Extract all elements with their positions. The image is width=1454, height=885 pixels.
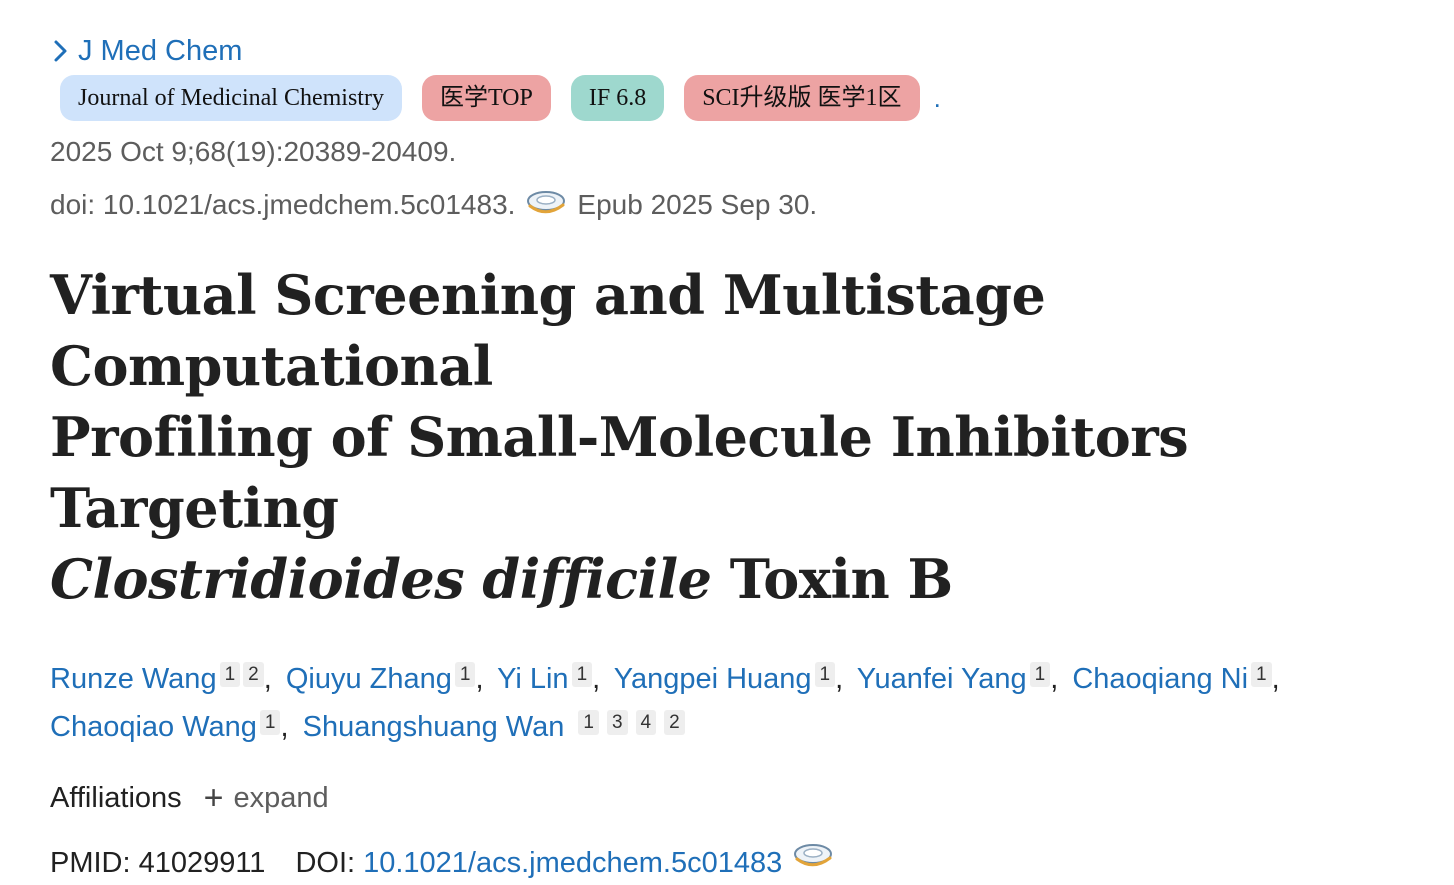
affiliation-ref[interactable]: 1	[259, 710, 281, 735]
affiliation-ref[interactable]: 2	[243, 662, 264, 687]
sci-rank-badge: SCI升级版 医学1区	[684, 75, 920, 121]
affiliation-ref[interactable]: 1	[219, 662, 241, 687]
plus-icon: +	[203, 779, 224, 817]
citation-date-volume: 2025 Oct 9;68(19):20389-20409.	[50, 136, 457, 167]
author-list: Runze Wang 1 2, Qiuyu Zhang 1, Yi Lin 1, Yan…	[50, 662, 1280, 743]
author-link[interactable]: Yi Lin	[497, 663, 568, 695]
affiliations-row: Affiliations + expand	[50, 781, 1430, 815]
doi-link[interactable]: 10.1021/acs.jmedchem.5c01483	[363, 848, 782, 878]
title-line-2: Profiling of Small-Molecule Inhibitors T…	[50, 405, 1189, 540]
affiliation-ref[interactable]: 1	[1251, 662, 1272, 687]
journal-fullname-badge: Journal of Medicinal Chemistry	[60, 75, 402, 121]
title-line-1: Virtual Screening and Multistage Computa…	[50, 263, 1046, 398]
impact-factor-badge: IF 6.8	[570, 75, 665, 121]
journal-link[interactable]: J Med Chem	[78, 36, 242, 66]
affiliation-ref[interactable]: 3	[606, 710, 628, 735]
expand-label: expand	[233, 781, 329, 814]
author-link[interactable]: Yangpei Huang	[614, 663, 812, 695]
affiliation-ref[interactable]: 1	[578, 710, 599, 735]
affiliation-ref[interactable]: 4	[635, 710, 657, 735]
affiliation-ref[interactable]: 2	[664, 710, 685, 735]
affiliation-ref[interactable]: 1	[571, 662, 593, 687]
author-link[interactable]: Shuangshuang Wan	[303, 711, 565, 743]
citation-epub: Epub 2025 Sep 30.	[577, 189, 818, 220]
author-link[interactable]: Yuanfei Yang	[857, 663, 1027, 695]
badge-trailing-dot: .	[933, 82, 941, 113]
reference-lookup-icon[interactable]	[792, 841, 834, 871]
author-link[interactable]: Chaoqiao Wang	[50, 711, 257, 743]
chevron-right-icon[interactable]	[50, 39, 72, 63]
title-tail: Toxin B	[729, 547, 953, 611]
doi-label: DOI:	[295, 846, 356, 879]
affiliation-ref[interactable]: 1	[454, 662, 476, 687]
article-title: Virtual Screening and Multistage Computa…	[50, 260, 1430, 615]
pmid-value: 41029911	[138, 846, 266, 879]
author-link[interactable]: Runze Wang	[50, 663, 217, 695]
article-header: J Med Chem Journal of Medicinal Chemistr…	[50, 28, 1430, 885]
reference-lookup-icon[interactable]	[525, 188, 567, 218]
affiliation-ref[interactable]: 1	[814, 662, 836, 687]
journal-row: J Med Chem	[50, 28, 1430, 74]
identifiers-row: PMID: 41029911 DOI: 10.1021/acs.jmedchem…	[50, 841, 1430, 885]
affiliations-expand-button[interactable]: + expand	[204, 781, 329, 815]
affiliation-ref[interactable]: 1	[1029, 662, 1051, 687]
author-link[interactable]: Chaoqiang Ni	[1072, 663, 1248, 695]
affiliations-label: Affiliations	[50, 781, 182, 814]
author-link[interactable]: Qiuyu Zhang	[286, 663, 452, 695]
top-journal-badge: 医学TOP	[421, 75, 551, 121]
citation-doi-line: doi: 10.1021/acs.jmedchem.5c01483. Epub …	[50, 188, 1430, 222]
pmid-label: PMID:	[50, 846, 131, 879]
citation-doi-text: doi: 10.1021/acs.jmedchem.5c01483.	[50, 189, 516, 220]
title-organism: Clostridioides difficile	[50, 547, 712, 611]
journal-badges: Journal of Medicinal Chemistry 医学TOP IF …	[60, 72, 1430, 124]
